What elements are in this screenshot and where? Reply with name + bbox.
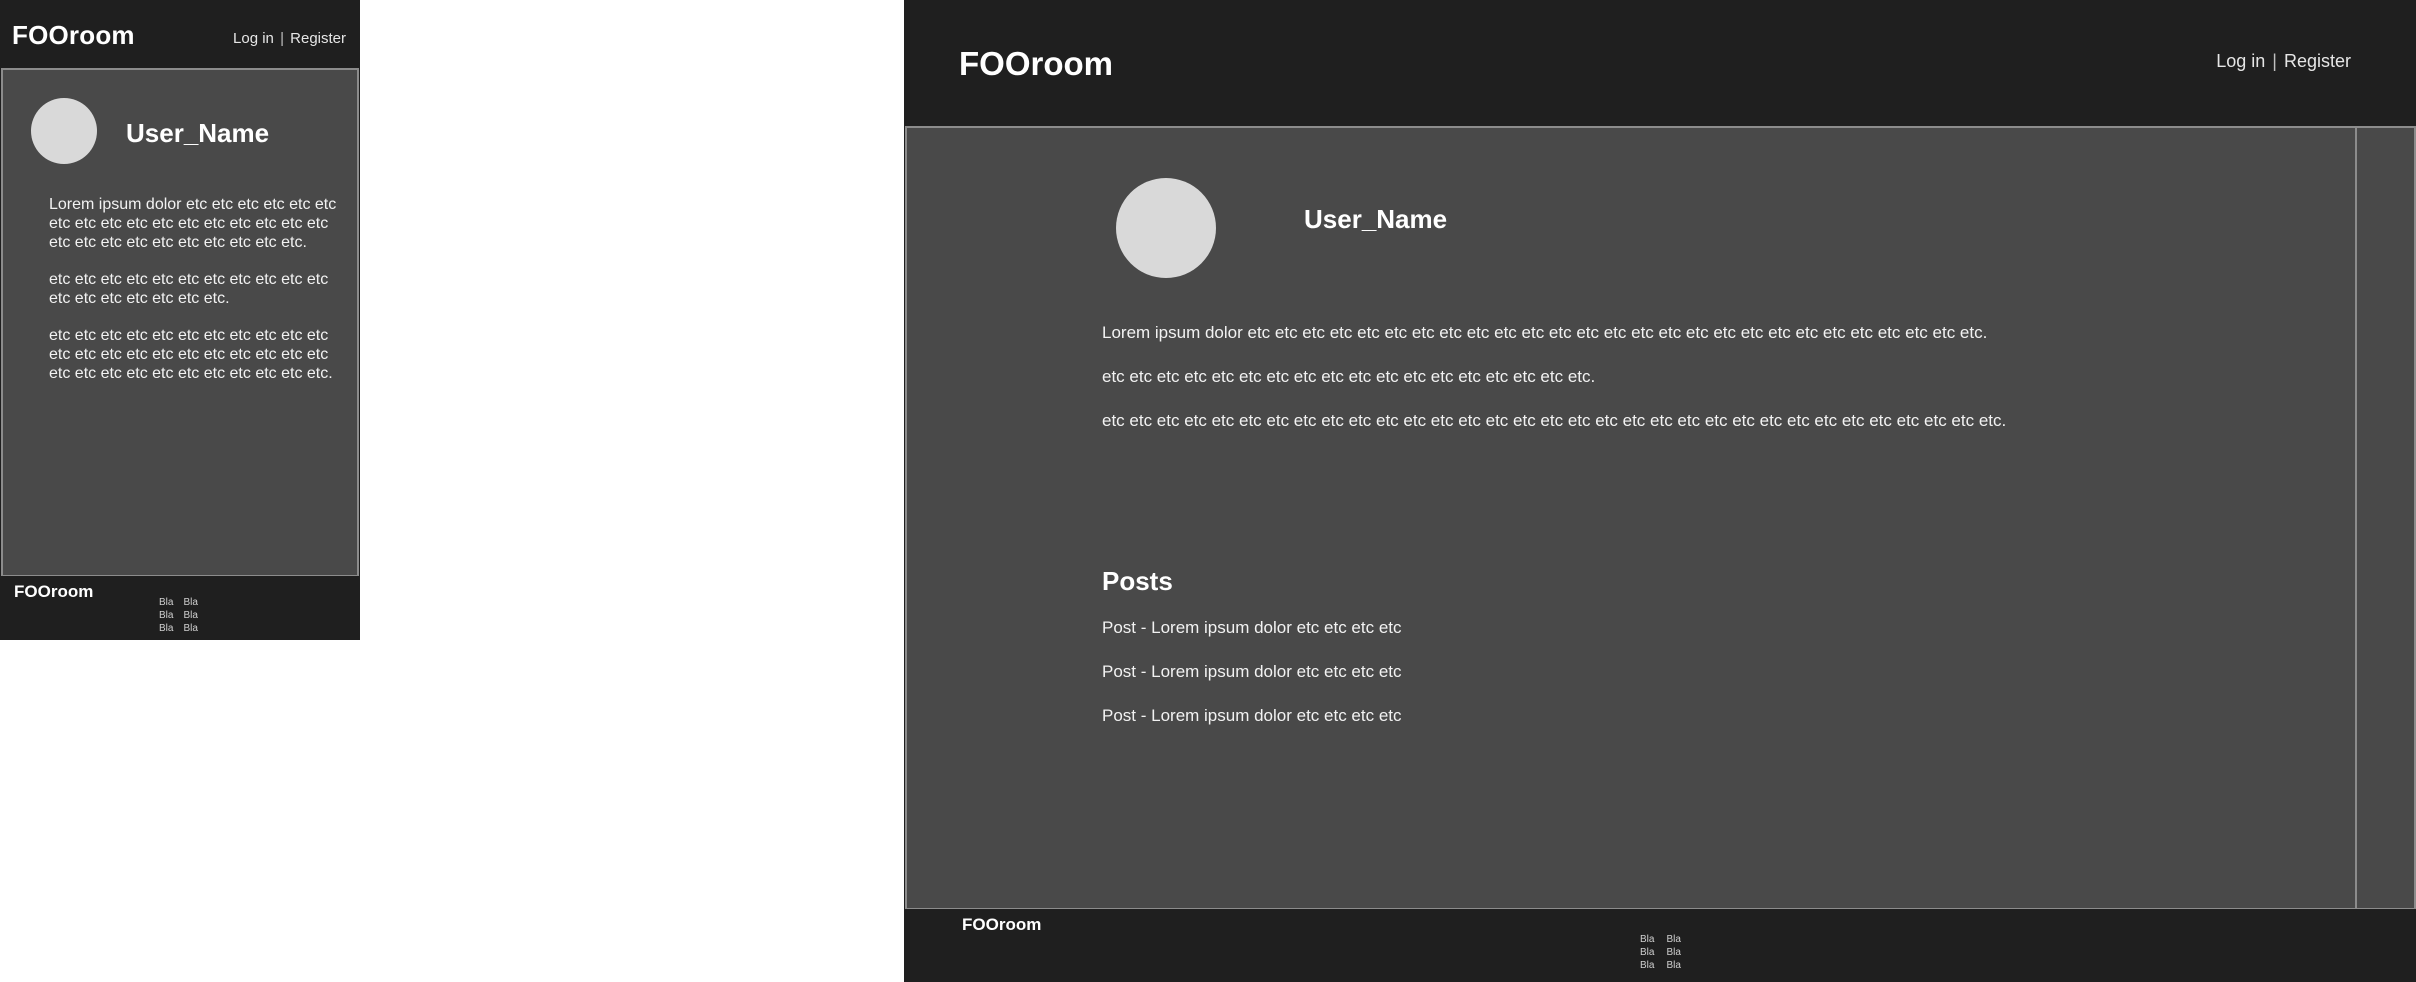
register-link[interactable]: Register (290, 30, 346, 47)
footer-link[interactable]: Bla (159, 622, 173, 635)
footer-link[interactable]: Bla (159, 596, 173, 609)
nav-separator: | (2272, 51, 2277, 71)
bio-paragraph: Lorem ipsum dolor etc etc etc etc etc et… (1102, 323, 1988, 342)
post-item[interactable]: Post - Lorem ipsum dolor etc etc etc etc (1102, 617, 1402, 638)
bio-paragraph: etc etc etc etc etc etc etc etc etc etc … (49, 271, 329, 307)
footer-link[interactable]: Bla (1666, 933, 1680, 946)
login-link[interactable]: Log in (2216, 51, 2265, 71)
register-link[interactable]: Register (2284, 51, 2351, 71)
footer-link[interactable]: Bla (183, 609, 197, 622)
bio: Lorem ipsum dolor etc etc etc etc etc et… (1102, 322, 2252, 454)
post-item[interactable]: Post - Lorem ipsum dolor etc etc etc etc (1102, 661, 1402, 682)
avatar (31, 98, 97, 164)
nav-separator: | (280, 30, 284, 47)
footer-link[interactable]: Bla (183, 622, 197, 635)
footer-link[interactable]: Bla (1640, 933, 1654, 946)
login-link[interactable]: Log in (233, 30, 274, 47)
bio-paragraph: etc etc etc etc etc etc etc etc etc etc … (1102, 367, 1596, 386)
desktop-profile-page: FOOroom Log in | Register User_Name Lore… (904, 0, 2416, 982)
footer: FOOroom Bla Bla Bla Bla Bla Bla (0, 576, 360, 640)
footer-links: Bla Bla Bla Bla Bla Bla (159, 596, 198, 635)
site-logo[interactable]: FOOroom (12, 20, 135, 51)
footer-link[interactable]: Bla (1640, 946, 1654, 959)
bio-paragraph: Lorem ipsum dolor etc etc etc etc etc et… (49, 196, 337, 251)
username: User_Name (126, 118, 270, 148)
posts-list: Post - Lorem ipsum dolor etc etc etc etc… (1102, 617, 1402, 749)
footer-logo: FOOroom (14, 582, 94, 601)
posts-heading: Posts (1102, 566, 1173, 596)
mobile-profile-page: FOOroom Log in | Register User_Name Lore… (0, 0, 360, 640)
site-logo[interactable]: FOOroom (959, 45, 1113, 83)
header: FOOroom Log in | Register (904, 0, 2416, 125)
post-item[interactable]: Post - Lorem ipsum dolor etc etc etc etc (1102, 705, 1402, 726)
bio-paragraph: etc etc etc etc etc etc etc etc etc etc … (49, 327, 333, 382)
footer-link[interactable]: Bla (1666, 959, 1680, 972)
footer-link[interactable]: Bla (1640, 959, 1654, 972)
avatar (1116, 178, 1216, 278)
footer-link[interactable]: Bla (1666, 946, 1680, 959)
header: FOOroom Log in | Register (0, 0, 360, 67)
auth-links: Log in | Register (2216, 51, 2351, 72)
bio: Lorem ipsum dolor etc etc etc etc etc et… (49, 195, 339, 401)
side-panel (2355, 126, 2416, 910)
footer-link[interactable]: Bla (159, 609, 173, 622)
username: User_Name (1304, 204, 1448, 234)
footer-logo: FOOroom (962, 915, 1042, 934)
auth-links: Log in | Register (233, 30, 346, 47)
footer-link[interactable]: Bla (183, 596, 197, 609)
bio-paragraph: etc etc etc etc etc etc etc etc etc etc … (1102, 411, 2007, 430)
footer-links: Bla Bla Bla Bla Bla Bla (1640, 933, 1681, 972)
footer: FOOroom Bla Bla Bla Bla Bla Bla (904, 909, 2416, 982)
